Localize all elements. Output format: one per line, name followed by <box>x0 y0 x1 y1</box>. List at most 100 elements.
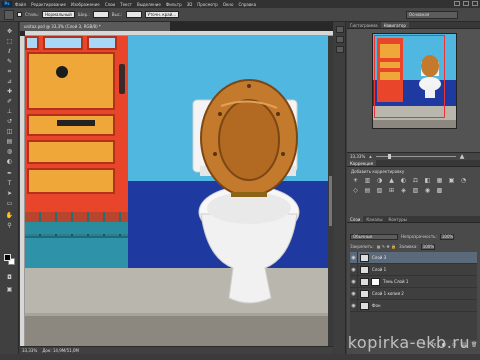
zoom-out-icon[interactable]: ▴ <box>369 154 372 160</box>
threshold-icon[interactable]: ▧ <box>375 187 384 195</box>
tab-histogram[interactable]: Гистограмма <box>347 22 381 28</box>
refine-edge-button[interactable]: Уточн. край... <box>144 11 180 18</box>
vibrance-icon[interactable]: ◐ <box>399 177 408 185</box>
marquee-tool-icon[interactable] <box>4 9 14 20</box>
levels-icon[interactable]: ▥ <box>363 177 372 185</box>
properties-panel-icon[interactable] <box>336 36 344 43</box>
gradient-map-icon[interactable]: ⊞ <box>387 187 396 195</box>
exposure-icon[interactable]: ▲ <box>387 177 396 185</box>
vertical-scrollbar[interactable] <box>328 36 333 346</box>
opacity-field[interactable]: 100% <box>439 233 454 240</box>
layer-row[interactable]: ◉ Слой 1 <box>350 263 477 276</box>
tab-layers[interactable]: Слои <box>347 216 364 222</box>
close-icon[interactable] <box>472 1 478 6</box>
menu-window[interactable]: Окно <box>223 2 234 7</box>
layer-row[interactable]: ◉ Фон <box>350 299 477 312</box>
crop-tool-icon[interactable]: ⌗ <box>5 68 14 76</box>
type-tool-icon[interactable]: T <box>5 180 14 188</box>
dodge-tool-icon[interactable]: ◐ <box>5 158 14 166</box>
menu-image[interactable]: Изображение <box>71 2 100 7</box>
posterize-icon[interactable]: ▤ <box>363 187 372 195</box>
stamp-tool-icon[interactable]: ⊥ <box>5 108 14 116</box>
menu-help[interactable]: Справка <box>238 2 256 7</box>
history-brush-icon[interactable]: ↺ <box>5 118 14 126</box>
image-canvas[interactable] <box>25 36 328 346</box>
photo-filter-icon[interactable]: ▦ <box>435 177 444 185</box>
navigator-zoom-slider[interactable] <box>375 154 456 159</box>
navigator-view-box[interactable] <box>374 35 445 118</box>
menu-file[interactable]: Файл <box>15 2 26 7</box>
layer-row[interactable]: ◉ Слой 3 <box>350 251 477 264</box>
pen-tool-icon[interactable]: ✒ <box>5 170 14 178</box>
fill-field[interactable]: 100% <box>420 243 435 250</box>
minimize-icon[interactable] <box>454 1 460 6</box>
hue-sat-icon[interactable]: ▨ <box>411 187 420 195</box>
invert-icon[interactable]: ◇ <box>351 187 360 195</box>
brush-tool-icon[interactable]: ✐ <box>5 98 14 106</box>
hand-tool-icon[interactable]: ✋ <box>5 212 14 220</box>
quick-select-tool-icon[interactable]: ✎ <box>5 58 14 66</box>
quick-mask-icon[interactable]: ◘ <box>5 274 14 282</box>
tab-channels[interactable]: Каналы <box>363 216 385 222</box>
curves-icon[interactable]: ◑ <box>375 177 384 185</box>
color-balance-icon[interactable]: ⚖ <box>411 177 420 185</box>
tab-adjustments[interactable]: Коррекция <box>347 160 376 166</box>
status-zoom[interactable]: 33,33% <box>22 348 37 353</box>
navigator-thumbnail[interactable] <box>372 33 457 129</box>
hdr-icon[interactable]: ▩ <box>435 187 444 195</box>
layer-row[interactable]: ◉ Слой 1 копия 2 <box>350 287 477 300</box>
zoom-tool-icon[interactable]: ⚲ <box>5 222 14 230</box>
shape-tool-icon[interactable]: ▭ <box>5 200 14 208</box>
healing-tool-icon[interactable]: ✚ <box>5 88 14 96</box>
delete-layer-icon[interactable]: 🗑 <box>471 342 477 348</box>
brightness-icon[interactable]: ☀ <box>351 177 360 185</box>
menu-view[interactable]: Просмотр <box>197 2 218 7</box>
blur-tool-icon[interactable]: ◍ <box>5 148 14 156</box>
screen-mode-icon[interactable]: ▣ <box>5 286 14 294</box>
blend-mode-select[interactable]: Обычные <box>350 233 398 240</box>
maximize-icon[interactable] <box>463 1 469 6</box>
tab-paths[interactable]: Контуры <box>385 216 409 222</box>
workspace-select[interactable]: Основная <box>406 11 458 19</box>
height-field[interactable] <box>125 11 142 18</box>
eraser-tool-icon[interactable]: ◫ <box>5 128 14 136</box>
antialias-checkbox[interactable] <box>17 12 22 17</box>
width-field[interactable] <box>92 11 109 18</box>
history-panel-icon[interactable] <box>336 26 344 33</box>
lock-icons[interactable]: ▦ ✎ ✥ 🔒 <box>377 244 396 249</box>
layer-mask-thumbnail[interactable] <box>371 277 380 286</box>
menu-edit[interactable]: Редактирование <box>31 2 66 7</box>
document-tab[interactable]: unitaz.psd @ 33,3% (Слой 3, RGB/8) * <box>20 22 170 31</box>
path-select-icon[interactable]: ➤ <box>5 190 14 198</box>
zoom-in-icon[interactable]: ▲ <box>460 153 465 160</box>
style-select[interactable]: Нормальный <box>41 11 75 18</box>
eyedropper-tool-icon[interactable]: ⊿ <box>5 78 14 86</box>
foreground-color-swatch[interactable] <box>4 254 11 261</box>
marquee-tool-icon[interactable]: ⬚ <box>5 38 14 46</box>
color-lookup-icon[interactable]: ◔ <box>459 177 468 185</box>
menu-layers[interactable]: Слои <box>105 2 115 7</box>
visibility-eye-icon[interactable]: ◉ <box>350 299 358 312</box>
channel-mixer-icon[interactable]: ▣ <box>447 177 456 185</box>
menu-select[interactable]: Выделение <box>137 2 161 7</box>
move-tool-icon[interactable]: ✥ <box>5 28 14 36</box>
navigator-zoom-value[interactable]: 33,33% <box>350 154 365 159</box>
visibility-eye-icon[interactable]: ◉ <box>350 251 358 264</box>
menu-filter[interactable]: Фильтр <box>166 2 182 7</box>
info-panel-icon[interactable] <box>336 46 344 53</box>
visibility-eye-icon[interactable]: ◉ <box>350 263 358 276</box>
gradient-tool-icon[interactable]: ▤ <box>5 138 14 146</box>
menu-3d[interactable]: 3D <box>187 2 193 7</box>
shadows-icon[interactable]: ◉ <box>423 187 432 195</box>
black-white-icon[interactable]: ◧ <box>423 177 432 185</box>
app-logo: Ps <box>2 1 12 7</box>
visibility-eye-icon[interactable]: ◉ <box>350 287 358 300</box>
lasso-tool-icon[interactable]: ℓ <box>5 48 14 56</box>
scroll-thumb[interactable] <box>329 176 332 226</box>
menu-text[interactable]: Текст <box>120 2 132 7</box>
navigator-zoom-knob[interactable] <box>387 154 391 159</box>
layer-row[interactable]: ◉ Тень Слой 1 <box>350 275 477 288</box>
selective-color-icon[interactable]: ◈ <box>399 187 408 195</box>
tab-navigator[interactable]: Навигатор <box>380 22 409 28</box>
visibility-eye-icon[interactable]: ◉ <box>350 275 358 288</box>
